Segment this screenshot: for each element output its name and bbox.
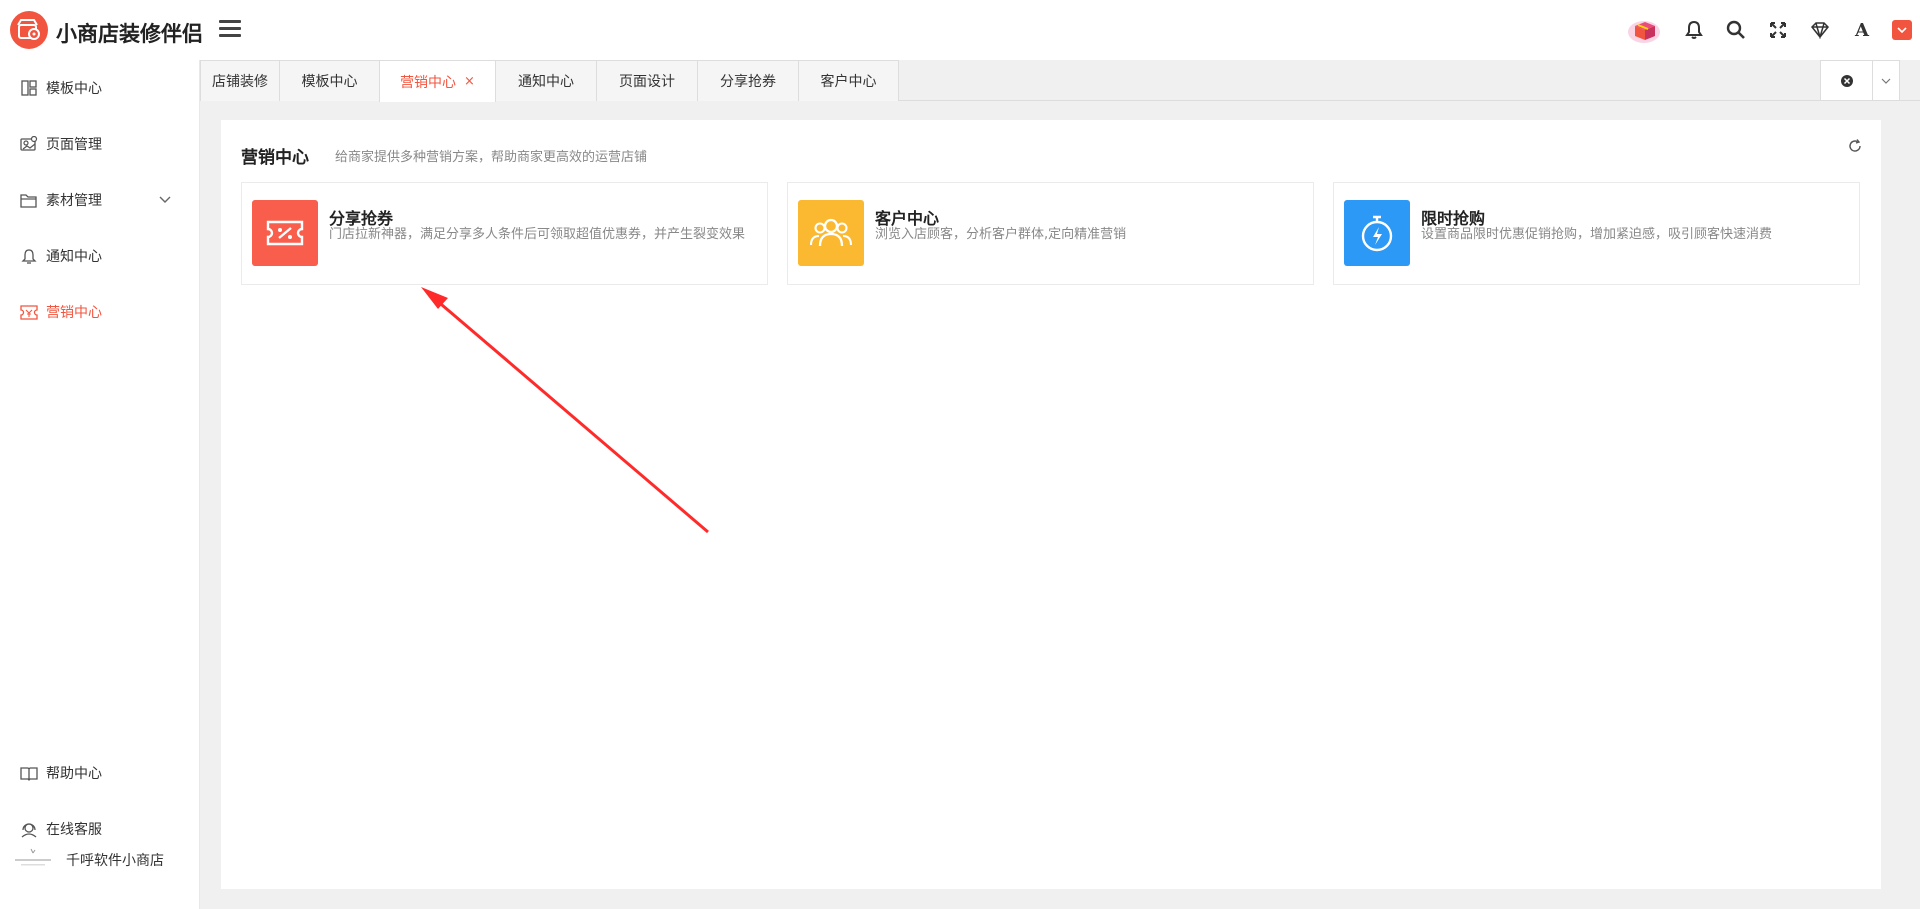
card-description: 浏览入店顾客，分析客户群体,定向精准营销 [875,227,1127,242]
tab-store-decoration[interactable]: 店铺装修 [200,60,280,101]
sidebar-item-label: 营销中心 [46,305,102,321]
tab-template-center[interactable]: 模板中心 [279,60,380,101]
sidebar-item-label: 通知中心 [46,249,102,265]
page-description: 给商家提供多种营销方案，帮助商家更高效的运营店铺 [335,150,648,165]
card-flash-sale[interactable]: 限时抢购 设置商品限时优惠促销抢购，增加紧迫感，吸引顾客快速消费 [1333,182,1860,285]
sidebar-item-label: 页面管理 [46,137,102,153]
sidebar-item-label: 在线客服 [46,822,102,838]
fullscreen-icon[interactable] [1764,15,1792,45]
card-customer-center[interactable]: 客户中心 浏览入店顾客，分析客户群体,定向精准营销 [787,182,1314,285]
tab-label: 客户中心 [820,74,877,90]
tab-page-design[interactable]: 页面设计 [596,60,698,101]
sidebar-item-help-center[interactable]: 帮助中心 [0,745,199,801]
search-icon[interactable] [1722,15,1750,45]
company-name: 千呼软件小商店 [66,853,164,869]
tab-label: 店铺装修 [212,74,268,90]
tab-notification-center[interactable]: 通知中心 [495,60,597,101]
gift-box-icon[interactable] [1626,15,1662,45]
sidebar-item-notification-center[interactable]: 通知中心 [0,228,199,284]
coupon-icon [20,303,38,321]
users-icon [798,200,864,266]
tab-operations [1820,60,1900,101]
headset-icon [20,820,38,838]
bell-icon[interactable] [1680,15,1708,45]
chevron-down-icon[interactable] [1872,61,1899,101]
sidebar-item-page-management[interactable]: 页面管理 [0,116,199,172]
template-icon [20,79,38,97]
tab-marketing-center[interactable]: 营销中心 × [379,60,496,102]
app-title: 小商店装修伴侣 [56,22,203,46]
sidebar-item-template-center[interactable]: 模板中心 [0,60,199,116]
sidebar-item-material-management[interactable]: 素材管理 [0,172,199,228]
card-description: 设置商品限时优惠促销抢购，增加紧迫感，吸引顾客快速消费 [1421,227,1773,242]
bell-icon [20,247,38,265]
page-icon [20,135,38,153]
tab-label: 分享抢券 [720,74,776,90]
sidebar: 模板中心 页面管理 素材管理 通知中心 营销中心 帮助中心 在线客服 千呼软件小… [0,60,200,909]
top-header: 小商店装修伴侣 A [0,0,1920,60]
tab-label: 营销中心 [400,74,457,91]
tab-share-coupon[interactable]: 分享抢券 [697,60,799,101]
tab-label: 通知中心 [518,74,574,90]
company-info[interactable]: 千呼软件小商店 [0,840,199,880]
coupon-icon [252,200,318,266]
tab-bar: 店铺装修 模板中心 营销中心 × 通知中心 页面设计 分享抢券 客户中心 [200,60,1920,102]
diamond-icon[interactable] [1806,15,1834,45]
stopwatch-icon [1344,200,1410,266]
tab-customer-center[interactable]: 客户中心 [798,60,899,101]
sidebar-item-label: 模板中心 [46,81,102,97]
user-dropdown-icon[interactable] [1888,15,1916,45]
font-icon[interactable]: A [1848,15,1876,45]
refresh-icon[interactable] [1845,136,1865,156]
close-tabs-icon[interactable] [1821,61,1873,101]
tab-label: 页面设计 [619,74,675,90]
marketing-panel: 营销中心 给商家提供多种营销方案，帮助商家更高效的运营店铺 分享抢券 门店拉新神… [221,120,1881,889]
card-share-coupon[interactable]: 分享抢券 门店拉新神器，满足分享多人条件后可领取超值优惠券，并产生裂变效果 [241,182,768,285]
sidebar-item-label: 素材管理 [46,193,102,209]
book-icon [20,764,38,782]
folder-icon [20,191,38,209]
app-logo [10,11,48,49]
tab-close-icon[interactable]: × [464,74,475,89]
tab-label: 模板中心 [301,74,358,90]
sidebar-item-label: 帮助中心 [46,766,102,782]
menu-toggle-icon[interactable] [219,20,241,40]
page-title: 营销中心 [241,148,309,168]
company-logo [10,845,56,875]
main-content: 店铺装修 模板中心 营销中心 × 通知中心 页面设计 分享抢券 客户中心 营销中心… [200,60,1920,909]
sidebar-item-marketing-center[interactable]: 营销中心 [0,284,199,340]
chevron-down-icon[interactable] [159,192,171,208]
card-description: 门店拉新神器，满足分享多人条件后可领取超值优惠券，并产生裂变效果 [329,227,746,242]
